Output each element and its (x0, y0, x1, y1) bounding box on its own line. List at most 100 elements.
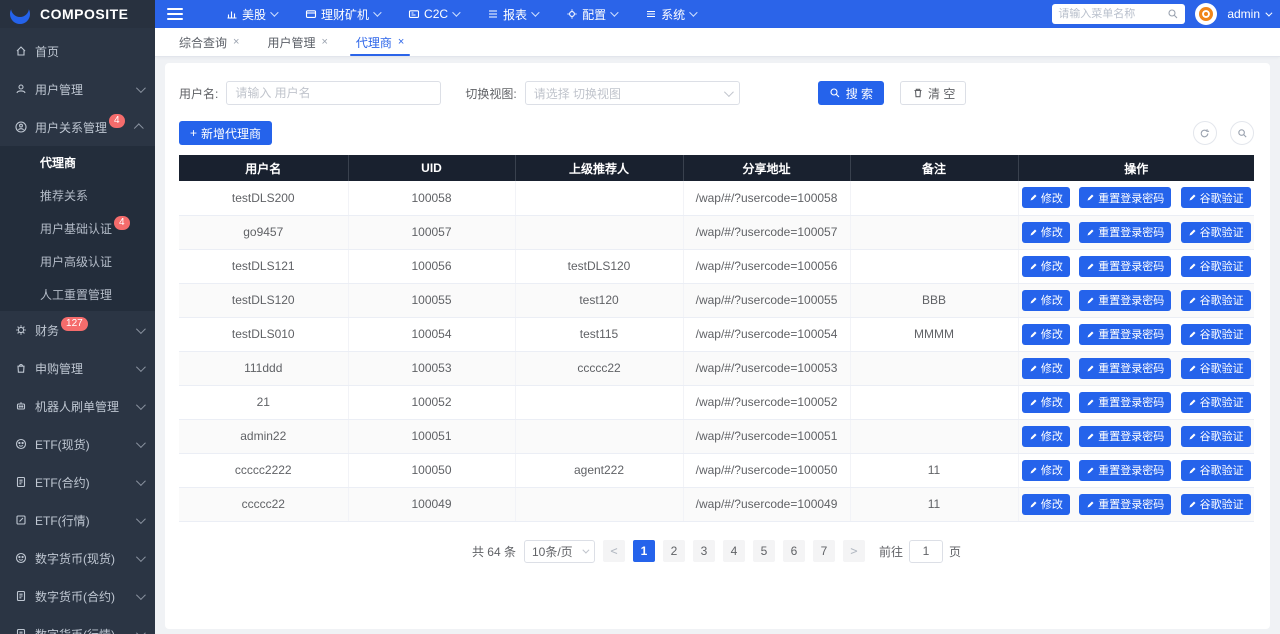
sidebar-item-etf-spot[interactable]: ETF(现货) (0, 425, 155, 463)
menu-search-input[interactable] (1058, 8, 1162, 20)
goto-page-input[interactable] (909, 540, 943, 563)
tab-label: 综合查询 (179, 34, 227, 51)
home-icon (14, 45, 27, 58)
cell-uid: 100053 (348, 351, 515, 385)
sidebar-item-user-management[interactable]: 用户管理 (0, 70, 155, 108)
page-button-5[interactable]: 5 (753, 540, 775, 562)
reset-password-button[interactable]: 重置登录密码 (1079, 494, 1171, 515)
prev-page-button[interactable]: < (603, 540, 625, 562)
sidebar-item-referral-relations[interactable]: 推荐关系 (0, 179, 155, 212)
close-icon[interactable]: × (398, 36, 404, 48)
reset-password-button[interactable]: 重置登录密码 (1079, 426, 1171, 447)
edit-button[interactable]: 修改 (1022, 222, 1070, 243)
page-button-1[interactable]: 1 (633, 540, 655, 562)
select-placeholder: 请选择 切换视图 (534, 85, 621, 102)
google-verify-button[interactable]: 谷歌验证 (1181, 324, 1251, 345)
sidebar-item-crypto-quotes[interactable]: 数字货币(行情) (0, 615, 155, 634)
col-header-referrer: 上级推荐人 (515, 155, 683, 181)
reset-password-button[interactable]: 重置登录密码 (1079, 358, 1171, 379)
nav-item-c2c[interactable]: C2C (407, 7, 458, 21)
sidebar-item-user-relation-management[interactable]: 用户关系管理 4 (0, 108, 155, 146)
reset-password-button[interactable]: 重置登录密码 (1079, 256, 1171, 277)
sidebar-item-crypto-spot[interactable]: 数字货币(现货) (0, 539, 155, 577)
hamburger-menu-icon[interactable] (167, 8, 183, 20)
next-page-button[interactable]: > (843, 540, 865, 562)
username-filter-field[interactable] (226, 81, 441, 105)
reset-password-button[interactable]: 重置登录密码 (1079, 187, 1171, 208)
tab-agents[interactable]: 代理商 × (342, 28, 418, 56)
google-verify-button[interactable]: 谷歌验证 (1181, 187, 1251, 208)
reset-password-button[interactable]: 重置登录密码 (1079, 392, 1171, 413)
reset-password-button[interactable]: 重置登录密码 (1079, 460, 1171, 481)
col-header-uid: UID (348, 155, 515, 181)
nav-item-stocks[interactable]: 美股 (225, 6, 276, 23)
sidebar-item-etf-contract[interactable]: ETF(合约) (0, 463, 155, 501)
cell-share-url: /wap/#/?usercode=100049 (683, 487, 850, 521)
page-size-select[interactable]: 10条/页 (524, 540, 595, 563)
cell-username: testDLS121 (179, 249, 348, 283)
edit-button[interactable]: 修改 (1022, 426, 1070, 447)
edit-button[interactable]: 修改 (1022, 460, 1070, 481)
column-search-button[interactable] (1230, 121, 1254, 145)
edit-button[interactable]: 修改 (1022, 494, 1070, 515)
user-menu[interactable]: admin (1227, 7, 1270, 21)
cell-referrer: testDLS120 (515, 249, 683, 283)
sidebar-item-finance[interactable]: 财务 127 (0, 311, 155, 349)
google-verify-button[interactable]: 谷歌验证 (1181, 256, 1251, 277)
tab-user-management[interactable]: 用户管理 × (253, 28, 341, 56)
sidebar-item-home[interactable]: 首页 (0, 32, 155, 70)
search-button[interactable]: 搜 索 (818, 81, 884, 105)
close-icon[interactable]: × (233, 36, 239, 48)
view-switch-select[interactable]: 请选择 切换视图 (525, 81, 740, 105)
page-button-2[interactable]: 2 (663, 540, 685, 562)
tab-composite-query[interactable]: 综合查询 × (165, 28, 253, 56)
page-button-7[interactable]: 7 (813, 540, 835, 562)
col-header-actions: 操作 (1018, 155, 1254, 181)
edit-button[interactable]: 修改 (1022, 187, 1070, 208)
search-icon[interactable] (1166, 8, 1179, 21)
refresh-button[interactable] (1193, 121, 1217, 145)
sidebar-item-manual-reset[interactable]: 人工重置管理 (0, 278, 155, 311)
google-verify-button[interactable]: 谷歌验证 (1181, 426, 1251, 447)
google-verify-button[interactable]: 谷歌验证 (1181, 392, 1251, 413)
clear-button[interactable]: 清 空 (900, 81, 966, 105)
nav-item-reports[interactable]: 报表 (486, 6, 537, 23)
reset-password-button[interactable]: 重置登录密码 (1079, 324, 1171, 345)
avatar[interactable] (1195, 3, 1217, 25)
edit-button[interactable]: 修改 (1022, 358, 1070, 379)
cell-remark: BBB (850, 283, 1018, 317)
close-icon[interactable]: × (321, 36, 327, 48)
sidebar-item-crypto-contract[interactable]: 数字货币(合约) (0, 577, 155, 615)
edit-button[interactable]: 修改 (1022, 324, 1070, 345)
menu-search-box[interactable] (1052, 4, 1185, 24)
edit-button[interactable]: 修改 (1022, 392, 1070, 413)
sidebar-item-user-advanced-auth[interactable]: 用户高级认证 (0, 245, 155, 278)
reset-password-button[interactable]: 重置登录密码 (1079, 290, 1171, 311)
sidebar-item-agents[interactable]: 代理商 (0, 146, 155, 179)
nav-item-wealth-mining[interactable]: 理财矿机 (304, 6, 379, 23)
sidebar-item-etf-quotes[interactable]: ETF(行情) (0, 501, 155, 539)
sidebar-item-robot-management[interactable]: 机器人刷单管理 (0, 387, 155, 425)
edit-button[interactable]: 修改 (1022, 256, 1070, 277)
edit-button[interactable]: 修改 (1022, 290, 1070, 311)
nav-item-config[interactable]: 配置 (565, 6, 616, 23)
page-button-4[interactable]: 4 (723, 540, 745, 562)
google-verify-button[interactable]: 谷歌验证 (1181, 222, 1251, 243)
sidebar-item-user-basic-auth[interactable]: 用户基础认证 4 (0, 212, 155, 245)
chevron-down-icon (136, 438, 146, 448)
cell-username: testDLS010 (179, 317, 348, 351)
page-button-3[interactable]: 3 (693, 540, 715, 562)
sidebar-item-label: ETF(行情) (35, 512, 90, 529)
page-button-6[interactable]: 6 (783, 540, 805, 562)
goto-label: 前往 (879, 543, 903, 560)
google-verify-button[interactable]: 谷歌验证 (1181, 290, 1251, 311)
google-verify-button[interactable]: 谷歌验证 (1181, 460, 1251, 481)
username-filter-input[interactable] (235, 86, 432, 100)
google-verify-button[interactable]: 谷歌验证 (1181, 358, 1251, 379)
sidebar-item-subscription-management[interactable]: 申购管理 (0, 349, 155, 387)
add-agent-button[interactable]: + 新增代理商 (179, 121, 272, 145)
sidebar-item-label: 数字货币(现货) (35, 550, 115, 567)
nav-item-system[interactable]: 系统 (644, 6, 695, 23)
reset-password-button[interactable]: 重置登录密码 (1079, 222, 1171, 243)
google-verify-button[interactable]: 谷歌验证 (1181, 494, 1251, 515)
